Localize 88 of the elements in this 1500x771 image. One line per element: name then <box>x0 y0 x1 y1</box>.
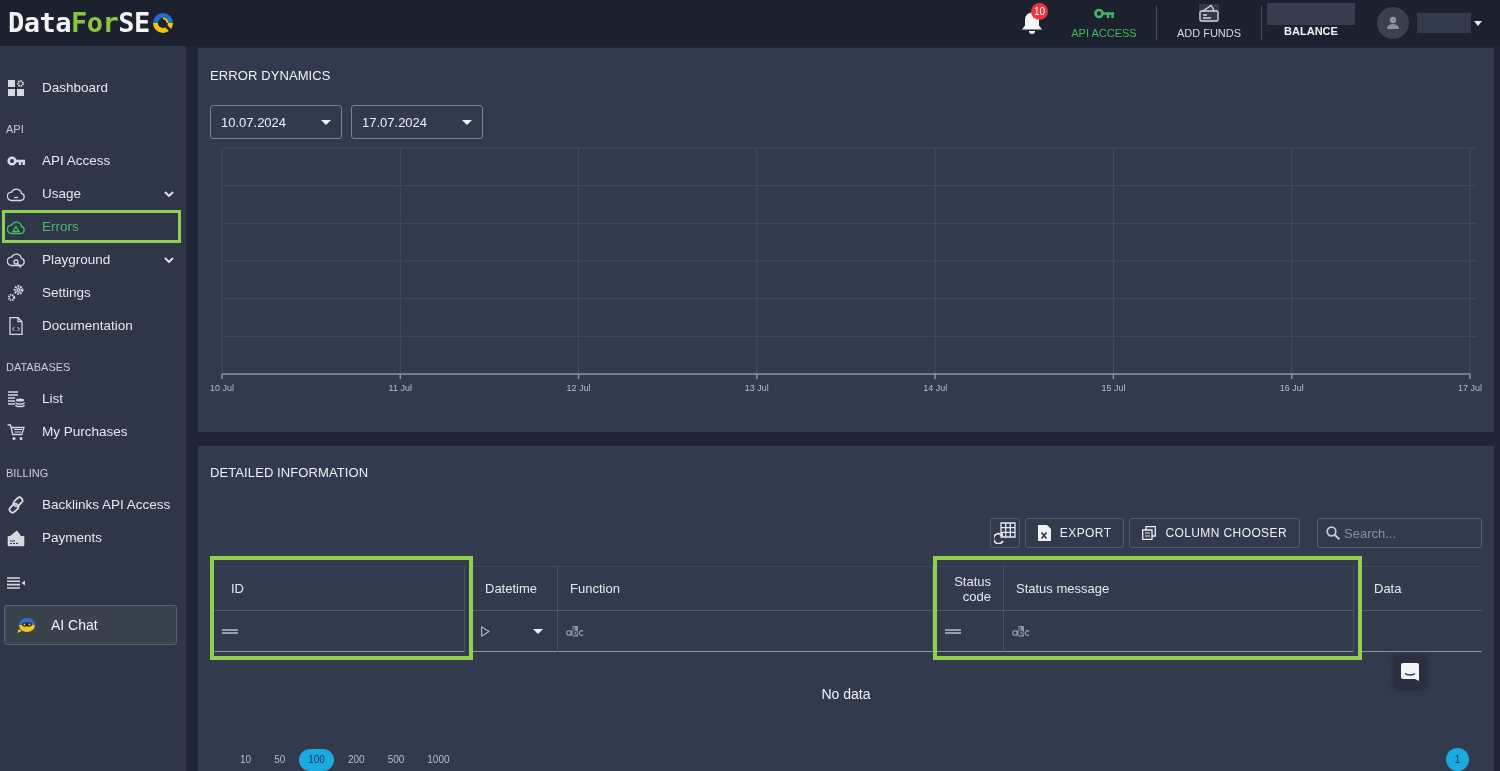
database-icon <box>7 389 25 408</box>
key-icon <box>1094 8 1114 19</box>
redaction-block <box>1417 13 1471 33</box>
panel-title: ERROR DYNAMICS <box>210 68 332 84</box>
dashboard-icon <box>7 78 25 97</box>
page-size-option[interactable]: 10 <box>231 748 261 771</box>
filter-field[interactable] <box>1004 611 1354 652</box>
filter-field[interactable] <box>214 611 465 652</box>
logo-icon <box>150 11 175 35</box>
avatar-icon[interactable] <box>1377 7 1409 39</box>
equals-icon <box>945 628 961 634</box>
chat-face-icon <box>17 617 37 633</box>
top-nav-item[interactable]: API ACCESS <box>1052 0 1156 46</box>
chevron-icon <box>162 190 174 197</box>
balance-label: BALANCE <box>1284 25 1338 38</box>
spreadsheet-file-icon <box>1037 525 1051 541</box>
sidebar-item[interactable]: Backlinks API Access <box>2 488 181 521</box>
page-size-option[interactable]: 200 <box>338 748 374 771</box>
filter-field[interactable] <box>473 611 558 652</box>
sidebar-item[interactable]: API Access <box>2 144 181 177</box>
link-icon <box>7 495 25 514</box>
search-icon <box>1326 526 1340 540</box>
column-chooser-button[interactable]: COLUMN CHOOSER <box>1129 518 1300 548</box>
page-size-option[interactable]: 100 <box>299 748 334 771</box>
text-filter-icon <box>1012 625 1030 637</box>
triangle-icon <box>481 625 490 637</box>
logo-text: DataForSE <box>8 8 150 38</box>
chat-button[interactable] <box>1394 656 1426 688</box>
collapse-icon[interactable] <box>7 577 25 589</box>
section-heading: API <box>5 122 25 137</box>
axis-label: 10 Jul <box>210 383 234 393</box>
notification-badge: 10 <box>1031 3 1048 20</box>
axis-label: 12 Jul <box>566 383 591 393</box>
page-size-option[interactable]: 50 <box>265 748 295 771</box>
axis-label: 16 Jul <box>1279 383 1304 393</box>
axis-label: 17 Jul <box>1458 383 1482 393</box>
chevron-icon <box>162 256 174 263</box>
sidebar-item[interactable]: My Purchases <box>2 415 181 448</box>
document-icon <box>7 316 25 335</box>
export-button[interactable]: EXPORT <box>1024 518 1125 548</box>
sidebar-item[interactable]: Documentation <box>2 309 181 342</box>
page-size-option[interactable]: 500 <box>378 748 414 771</box>
sidebar-item[interactable]: Dashboard <box>2 71 181 104</box>
ai-chat-button[interactable]: AI Chat <box>4 605 177 645</box>
page-size-option[interactable]: 1000 <box>418 748 459 771</box>
sidebar-item[interactable]: Settings <box>2 276 181 309</box>
axis-label: 13 Jul <box>744 383 769 393</box>
sidebar-item[interactable]: List <box>2 382 181 415</box>
date-dropdown[interactable]: 17.07.2024 <box>351 105 483 139</box>
filter-field[interactable] <box>558 611 933 652</box>
search-field[interactable]: Search... <box>1317 518 1482 548</box>
section-heading: BILLING <box>5 466 50 481</box>
card-icon <box>1199 4 1219 22</box>
cart-icon <box>7 422 25 441</box>
text-filter-icon <box>566 625 584 637</box>
reset-layout-button[interactable] <box>989 518 1020 548</box>
column-header[interactable]: Function <box>558 566 933 611</box>
axis-label: 15 Jul <box>1101 383 1126 393</box>
column-header[interactable]: Status message <box>1004 566 1354 611</box>
caret-icon <box>533 628 543 634</box>
caret-icon[interactable] <box>1474 20 1482 26</box>
column-header[interactable]: Status code <box>937 566 1004 611</box>
section-heading: DATABASES <box>5 360 72 375</box>
caret-icon <box>462 119 472 125</box>
cloud-search-icon <box>7 250 25 269</box>
top-nav-item[interactable]: ADD FUNDS <box>1157 0 1261 46</box>
page-button[interactable]: 1 <box>1446 748 1469 771</box>
sidebar-item[interactable]: Errors <box>2 210 181 243</box>
sidebar-item[interactable]: Payments <box>2 521 181 554</box>
column-header[interactable]: ID <box>214 566 465 611</box>
gears-icon <box>7 283 25 302</box>
sidebar-item[interactable]: Usage <box>2 177 181 210</box>
date-dropdown[interactable]: 10.07.2024 <box>210 105 342 139</box>
axis-label: 11 Jul <box>388 383 412 393</box>
axis-label: 14 Jul <box>923 383 948 393</box>
grid-reset-icon <box>993 522 1016 544</box>
search-input[interactable]: Search... <box>1344 523 1472 543</box>
panel-title: DETAILED INFORMATION <box>210 465 370 481</box>
column-header[interactable]: Datetime <box>473 566 558 611</box>
sidebar-item[interactable]: Playground <box>2 243 181 276</box>
column-header[interactable]: Data <box>1362 566 1482 611</box>
columns-icon <box>1142 526 1157 540</box>
caret-icon <box>321 119 331 125</box>
filter-field[interactable] <box>937 611 1004 652</box>
chat-bubble-icon <box>1401 663 1419 681</box>
empty-message: No data <box>821 686 871 702</box>
equals-icon <box>222 628 238 634</box>
card-icon <box>7 528 25 547</box>
